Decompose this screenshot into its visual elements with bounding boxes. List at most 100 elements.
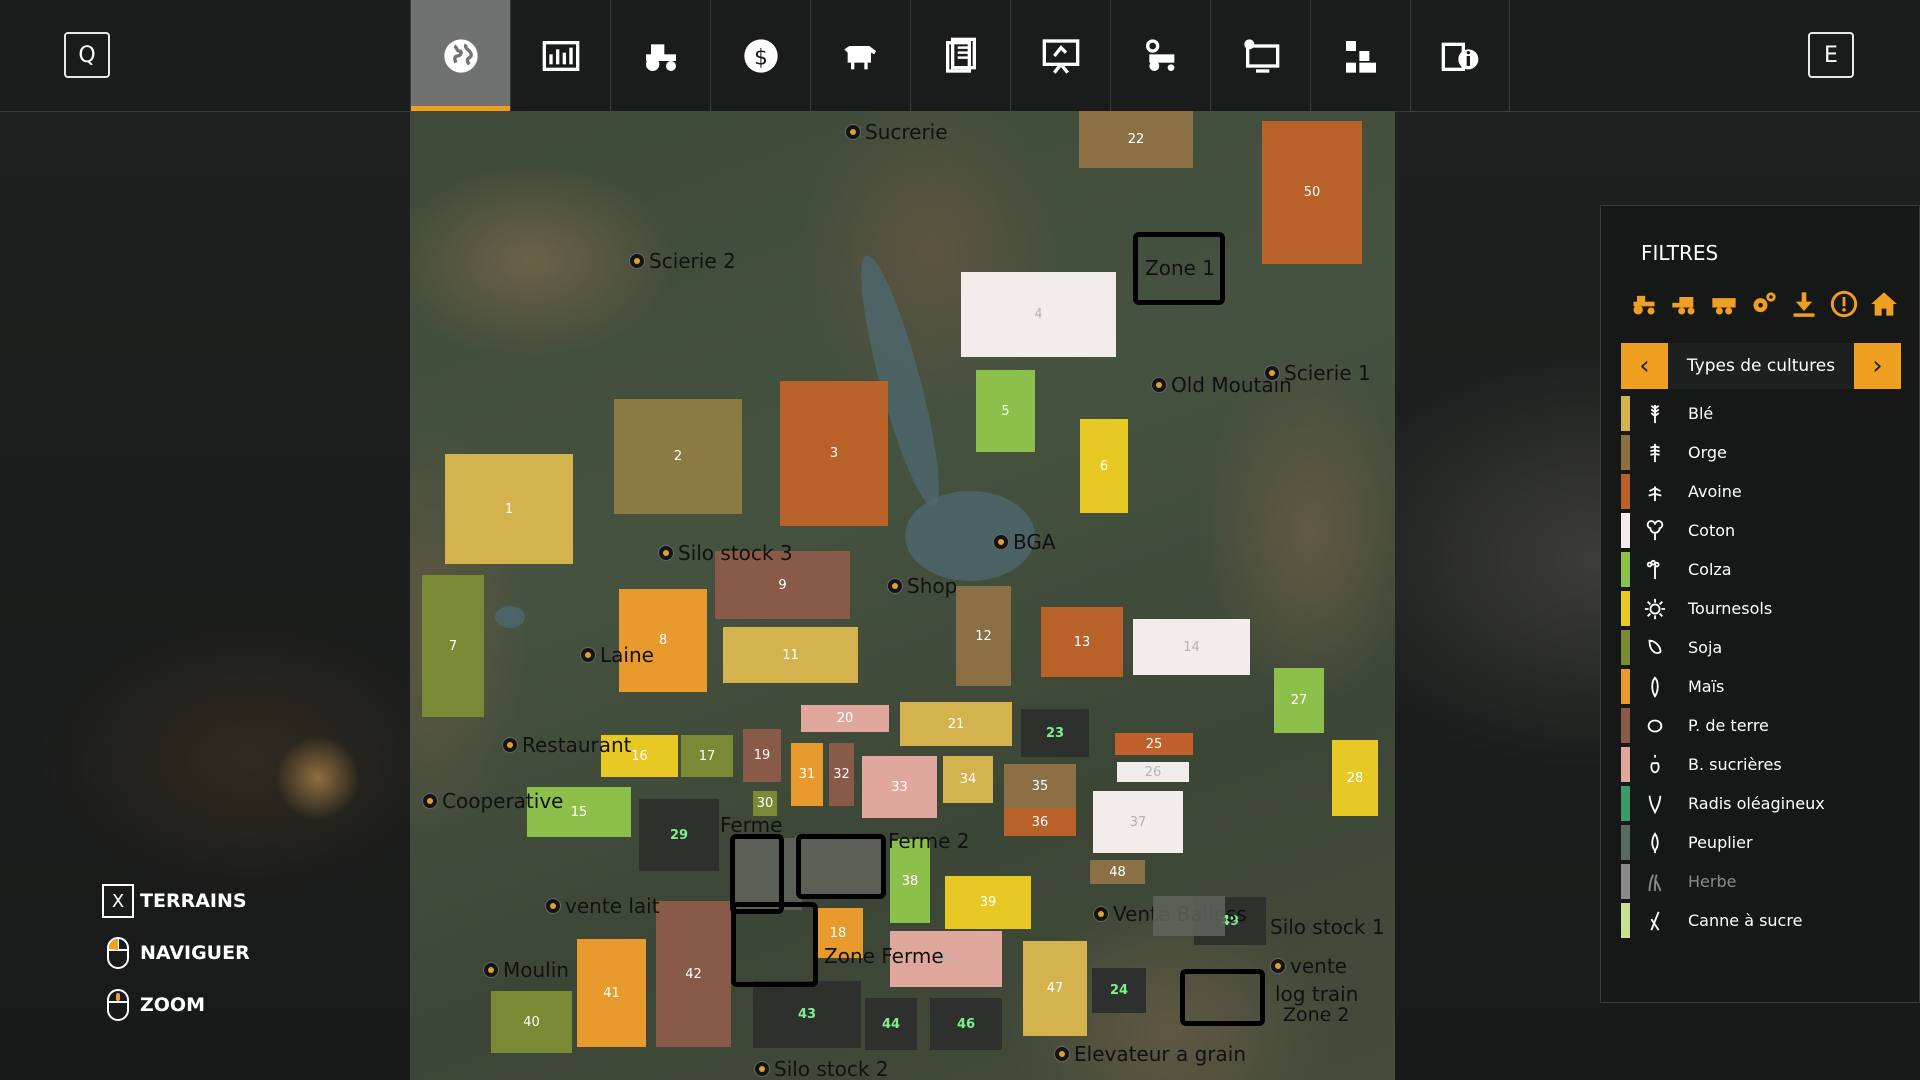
poi-silo-stock-3[interactable]: Silo stock 3 (658, 541, 793, 565)
field-22[interactable]: 22 (1079, 111, 1193, 168)
field-23[interactable]: 23 (1021, 709, 1089, 757)
legend-item-coton[interactable]: Coton (1621, 511, 1901, 550)
field-29[interactable]: 29 (639, 799, 719, 871)
field-4[interactable]: 4 (961, 272, 1116, 357)
legend-item-soja[interactable]: Soja (1621, 628, 1901, 667)
field-42[interactable]: 42 (656, 901, 731, 1047)
field-7[interactable]: 7 (422, 575, 484, 717)
legend-item-bl-[interactable]: Blé (1621, 394, 1901, 433)
legend-item-canne-sucre[interactable]: Canne à sucre (1621, 901, 1901, 940)
tab-statistics[interactable] (510, 0, 610, 111)
legend-item-avoine[interactable]: Avoine (1621, 472, 1901, 511)
field-48[interactable]: 48 (1090, 860, 1145, 884)
selector-next-button[interactable]: › (1854, 343, 1901, 389)
field-40[interactable]: 40 (491, 991, 572, 1053)
poi-cooperative[interactable]: Cooperative (422, 789, 563, 813)
field-3[interactable]: 3 (780, 381, 888, 526)
zone-2-yard (1153, 896, 1225, 936)
poi-moulin[interactable]: Moulin (483, 958, 569, 982)
field-28[interactable]: 28 (1332, 740, 1378, 816)
field-36[interactable]: 36 (1004, 808, 1076, 836)
field-11[interactable]: 11 (723, 627, 858, 683)
legend-item-radis-ol-agineux[interactable]: Radis oléagineux (1621, 784, 1901, 823)
field-31[interactable]: 31 (791, 743, 823, 806)
poi-vente-lait[interactable]: vente lait (545, 894, 660, 918)
filter-tractor[interactable] (1628, 288, 1659, 319)
legend-item-peuplier[interactable]: Peuplier (1621, 823, 1901, 862)
poi-scierie-1[interactable]: Scierie 1 (1264, 361, 1371, 385)
field-25[interactable]: 25 (1115, 733, 1193, 755)
field-17[interactable]: 17 (681, 735, 733, 777)
field-12[interactable]: 12 (956, 586, 1011, 686)
filter-selling-points[interactable] (1788, 288, 1819, 319)
poi-restaurant[interactable]: Restaurant (502, 733, 632, 757)
field-14[interactable]: 14 (1133, 619, 1250, 675)
filters-panel: FILTRES ‹ Types de cultures › Blé Orge Avo… (1600, 205, 1920, 1003)
legend-item-ma-s[interactable]: Maïs (1621, 667, 1901, 706)
field-50[interactable]: 50 (1262, 121, 1362, 264)
field-39[interactable]: 39 (945, 876, 1031, 929)
field-33[interactable]: 33 (862, 756, 937, 818)
field-6[interactable]: 6 (1080, 419, 1128, 513)
field-20[interactable]: 20 (801, 705, 889, 732)
help-label: NAVIGUER (140, 942, 250, 964)
tab-contracts[interactable] (910, 0, 1010, 111)
tab-info[interactable] (1410, 0, 1510, 111)
field-8[interactable]: 8 (619, 589, 707, 692)
filter-harvester[interactable] (1668, 288, 1699, 319)
filter-trailer[interactable] (1708, 288, 1739, 319)
field-44[interactable]: 44 (865, 998, 917, 1050)
tab-vehicle-settings[interactable] (1110, 0, 1210, 111)
field-35[interactable]: 35 (1004, 764, 1076, 809)
filter-farms[interactable] (1868, 288, 1899, 319)
field-13[interactable]: 13 (1041, 607, 1123, 677)
legend-item-p-de-terre[interactable]: P. de terre (1621, 706, 1901, 745)
legend-item-colza[interactable]: Colza (1621, 550, 1901, 589)
legend-item-tournesols[interactable]: Tournesols (1621, 589, 1901, 628)
field-46[interactable]: 46 (930, 998, 1002, 1050)
poi-log-train[interactable]: log train (1275, 982, 1358, 1006)
field-47[interactable]: 47 (1023, 941, 1087, 1036)
field-24[interactable]: 24 (1092, 968, 1146, 1013)
poi-sucrerie[interactable]: Sucrerie (845, 120, 948, 144)
next-page-key[interactable]: E (1808, 32, 1854, 78)
field-32[interactable]: 32 (829, 743, 854, 806)
poi-shop[interactable]: Shop (887, 574, 957, 598)
legend-item-orge[interactable]: Orge (1621, 433, 1901, 472)
tab-settings[interactable] (1210, 0, 1310, 111)
field-2[interactable]: 2 (614, 399, 742, 514)
poi-bga[interactable]: BGA (993, 530, 1056, 554)
poi-laine[interactable]: Laine (580, 643, 654, 667)
tab-finances[interactable]: $ (710, 0, 810, 111)
filter-tools[interactable] (1748, 288, 1779, 319)
prev-page-key[interactable]: Q (64, 32, 110, 78)
legend-label: Tournesols (1688, 599, 1773, 618)
tab-map[interactable] (410, 0, 510, 111)
filter-warnings[interactable] (1828, 288, 1859, 319)
field-37[interactable]: 37 (1093, 791, 1183, 853)
poi-elevateur-a-grain[interactable]: Elevateur a grain (1054, 1042, 1246, 1066)
field-43[interactable]: 43 (753, 981, 861, 1048)
poi-vente[interactable]: vente (1270, 954, 1347, 978)
farm-map[interactable]: 1 2 3 4 5 6 7 8 9 11 12 13 14 15 16 17 18 19 20 21 22 23 24 25 2… (410, 111, 1395, 1080)
field-34[interactable]: 34 (943, 756, 993, 803)
field-41[interactable]: 41 (577, 939, 646, 1047)
legend-item-b-sucri-res[interactable]: B. sucrières (1621, 745, 1901, 784)
poi-zone-ferme[interactable]: Zone Ferme (824, 944, 944, 968)
tab-vehicles[interactable] (610, 0, 710, 111)
selector-prev-button[interactable]: ‹ (1621, 343, 1668, 389)
legend-item-herbe[interactable]: Herbe (1621, 862, 1901, 901)
tab-animals[interactable] (810, 0, 910, 111)
tab-production[interactable] (1310, 0, 1410, 111)
field-27[interactable]: 27 (1274, 668, 1324, 733)
field-26[interactable]: 26 (1117, 762, 1189, 782)
poi-scierie-2[interactable]: Scierie 2 (629, 249, 736, 273)
field-19[interactable]: 19 (743, 729, 781, 782)
poi-silo-stock-2[interactable]: Silo stock 2 (754, 1057, 889, 1080)
field-21[interactable]: 21 (900, 702, 1012, 746)
field-1[interactable]: 1 (445, 454, 573, 564)
tab-help[interactable] (1010, 0, 1110, 111)
poi-silo-stock-1[interactable]: Silo stock 1 (1270, 915, 1385, 939)
poi-ferme-2[interactable]: Ferme 2 (888, 829, 969, 853)
field-5[interactable]: 5 (976, 370, 1035, 452)
